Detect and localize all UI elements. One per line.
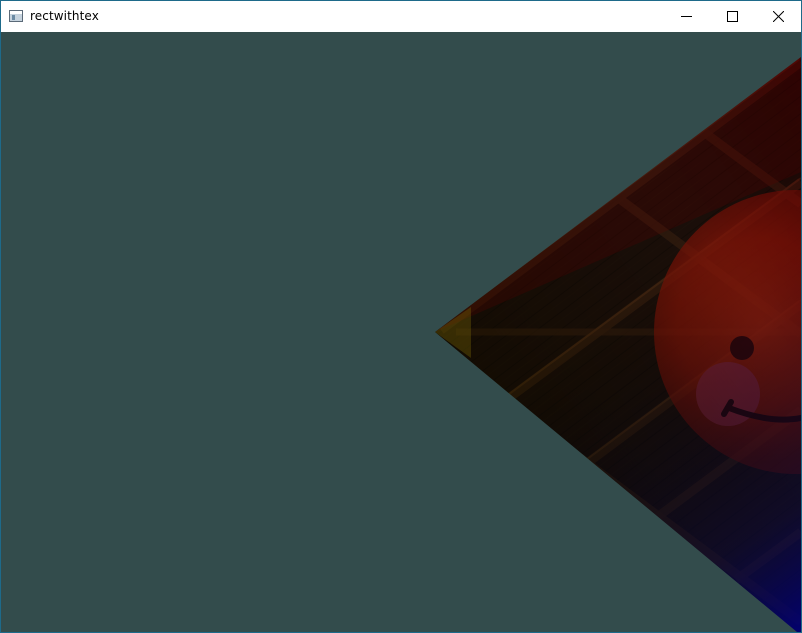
window-title: rectwithtex	[30, 9, 99, 23]
app-window: rectwithtex	[0, 0, 802, 633]
minimize-button[interactable]	[663, 1, 709, 31]
maximize-icon	[726, 10, 738, 22]
window-controls	[663, 1, 801, 31]
textured-quad	[435, 57, 801, 632]
render-canvas	[435, 57, 801, 632]
close-icon	[772, 10, 784, 22]
title-bar[interactable]: rectwithtex	[1, 1, 801, 31]
minimize-icon	[680, 15, 692, 17]
close-button[interactable]	[755, 1, 801, 31]
maximize-button[interactable]	[709, 1, 755, 31]
app-window-icon[interactable]	[9, 10, 23, 22]
gl-viewport[interactable]	[1, 32, 801, 632]
